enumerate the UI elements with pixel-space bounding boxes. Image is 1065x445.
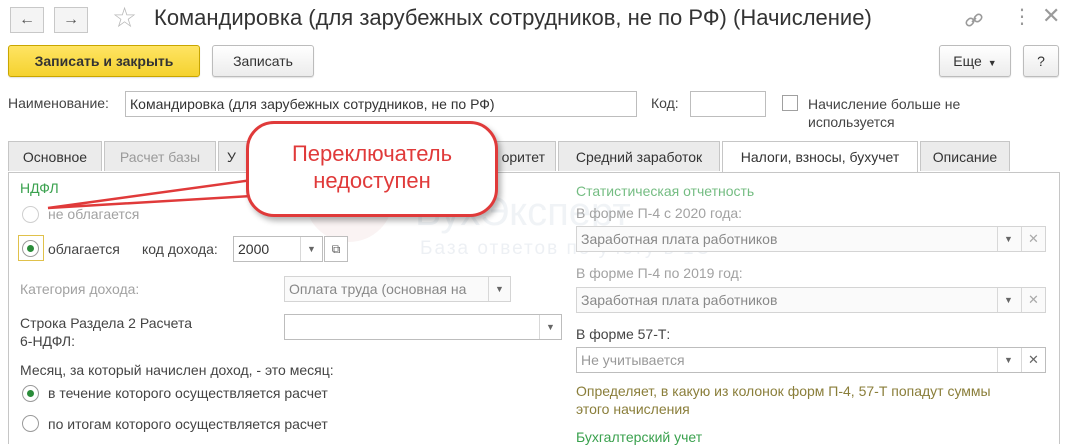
link-icon[interactable] bbox=[964, 10, 984, 30]
more-label: Еще bbox=[953, 53, 982, 69]
row-6ndfl-label-line1: Строка Раздела 2 Расчета bbox=[20, 315, 192, 331]
callout-line2: недоступен bbox=[313, 168, 431, 193]
name-label: Наименование: bbox=[8, 95, 109, 111]
clear-icon[interactable]: ✕ bbox=[1021, 288, 1045, 312]
tab-average-earnings-label: Средний заработок bbox=[575, 149, 703, 165]
inactive-label-line2: используется bbox=[808, 114, 895, 130]
tab-description[interactable]: Описание bbox=[920, 141, 1010, 171]
inactive-label-line1: Начисление больше не bbox=[808, 96, 961, 112]
help-button[interactable]: ? bbox=[1023, 45, 1059, 77]
clear-icon[interactable]: ✕ bbox=[1021, 348, 1045, 372]
month-option1-label: в течение которого осуществляется расчет bbox=[48, 385, 328, 401]
chevron-down-icon[interactable]: ▼ bbox=[488, 277, 510, 301]
save-and-close-label: Записать и закрыть bbox=[34, 53, 174, 69]
p4-2020-label: В форме П-4 с 2020 года: bbox=[576, 205, 743, 221]
callout-line1: Переключатель bbox=[291, 141, 453, 166]
f57t-hint-line1: Определяет, в какую из колонок форм П-4,… bbox=[576, 383, 991, 399]
p4-2019-field[interactable]: Заработная плата работников ▼ ✕ bbox=[576, 287, 1046, 313]
chevron-down-icon[interactable]: ▼ bbox=[997, 288, 1019, 312]
open-icon[interactable]: ⧉ bbox=[324, 236, 348, 262]
not-taxed-radio[interactable] bbox=[22, 206, 39, 223]
tab-average-earnings[interactable]: Средний заработок bbox=[558, 141, 720, 171]
tab-description-label: Описание bbox=[932, 149, 998, 165]
tab-taxes[interactable]: Налоги, взносы, бухучет bbox=[722, 141, 918, 173]
p4-2020-value: Заработная плата работников bbox=[581, 231, 778, 247]
save-button[interactable]: Записать bbox=[212, 45, 314, 77]
chevron-down-icon[interactable]: ▼ bbox=[997, 348, 1019, 372]
month-option2-radio[interactable] bbox=[22, 415, 39, 432]
accounting-section-title: Бухгалтерский учет bbox=[576, 429, 703, 445]
arrow-right-icon: → bbox=[63, 11, 79, 28]
name-field[interactable]: Командировка (для зарубежных сотрудников… bbox=[125, 91, 637, 117]
p4-2019-label: В форме П-4 по 2019 год: bbox=[576, 265, 743, 281]
f57t-field[interactable]: Не учитывается ▼ ✕ bbox=[576, 347, 1046, 373]
chevron-down-icon: ▼ bbox=[987, 58, 997, 68]
callout-bubble: Переключатель недоступен bbox=[246, 121, 498, 217]
save-label: Записать bbox=[233, 53, 293, 69]
income-category-field[interactable]: Оплата труда (основная на ▼ bbox=[284, 276, 511, 302]
tab-priority-label: оритет bbox=[501, 149, 545, 165]
help-label: ? bbox=[1037, 53, 1045, 69]
f57t-label: В форме 57-Т: bbox=[576, 326, 671, 342]
arrow-left-icon: ← bbox=[19, 11, 35, 28]
p4-2019-value: Заработная плата работников bbox=[581, 292, 778, 308]
income-category-value: Оплата труда (основная на bbox=[289, 281, 467, 297]
taxed-radio[interactable] bbox=[22, 240, 39, 257]
save-and-close-button[interactable]: Записать и закрыть bbox=[8, 45, 200, 77]
chevron-down-icon[interactable]: ▼ bbox=[539, 315, 561, 339]
f57t-hint-line2: этого начисления bbox=[576, 401, 690, 417]
back-button[interactable]: ← bbox=[10, 7, 44, 33]
more-button[interactable]: Еще ▼ bbox=[939, 45, 1011, 77]
code-label: Код: bbox=[651, 95, 679, 111]
forward-button[interactable]: → bbox=[54, 7, 88, 33]
income-code-field[interactable]: 2000 ▼ bbox=[233, 236, 323, 262]
row-6ndfl-label-line2: 6-НДФЛ: bbox=[20, 333, 75, 349]
clear-icon[interactable]: ✕ bbox=[1021, 227, 1045, 251]
window-title: Командировка (для зарубежных сотрудников… bbox=[154, 5, 872, 30]
income-category-label: Категория дохода: bbox=[20, 281, 140, 297]
month-option2-label: по итогам которого осуществляется расчет bbox=[48, 416, 328, 432]
p4-2020-field[interactable]: Заработная плата работников ▼ ✕ bbox=[576, 226, 1046, 252]
income-code-label: код дохода: bbox=[142, 241, 218, 257]
statistics-section-title: Статистическая отчетность bbox=[576, 183, 755, 199]
chevron-down-icon[interactable]: ▼ bbox=[300, 237, 322, 261]
inactive-label: Начисление больше не используется bbox=[808, 95, 960, 131]
row-6ndfl-label: Строка Раздела 2 Расчета 6-НДФЛ: bbox=[20, 314, 192, 350]
star-icon[interactable]: ☆ bbox=[112, 4, 137, 32]
inactive-checkbox[interactable] bbox=[782, 95, 798, 111]
row-6ndfl-field[interactable]: ▼ bbox=[284, 314, 562, 340]
code-field[interactable] bbox=[690, 91, 766, 117]
f57t-placeholder: Не учитывается bbox=[581, 352, 685, 368]
chevron-down-icon[interactable]: ▼ bbox=[997, 227, 1019, 251]
f57t-hint: Определяет, в какую из колонок форм П-4,… bbox=[576, 382, 991, 418]
month-label: Месяц, за который начислен доход, - это … bbox=[20, 362, 334, 378]
tab-taxes-label: Налоги, взносы, бухучет bbox=[740, 149, 900, 165]
more-vertical-icon[interactable]: ⋮ bbox=[1012, 6, 1032, 28]
taxed-label: облагается bbox=[48, 241, 120, 257]
close-icon[interactable]: ✕ bbox=[1042, 5, 1060, 27]
month-option1-radio[interactable] bbox=[22, 385, 39, 402]
income-code-value: 2000 bbox=[238, 241, 270, 257]
